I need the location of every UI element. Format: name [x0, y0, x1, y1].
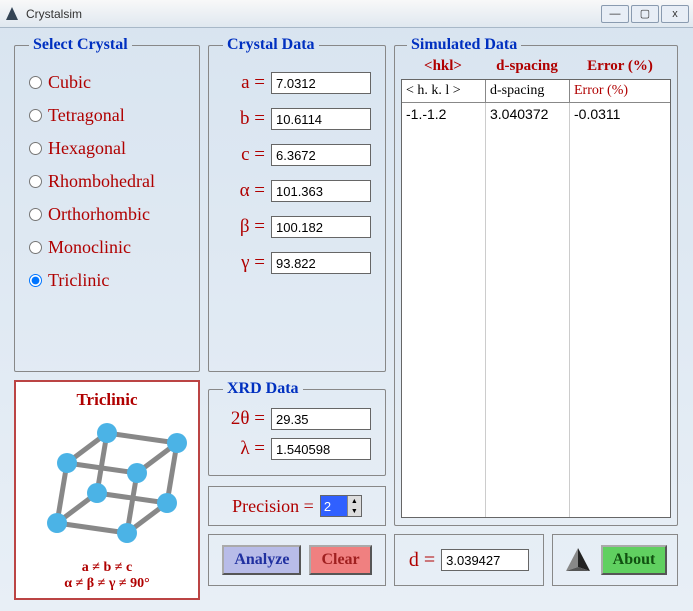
input-lambda[interactable] — [271, 438, 371, 460]
app-icon — [4, 6, 20, 22]
formula-2: α ≠ β ≠ γ ≠ 90° — [64, 576, 149, 592]
label-a: a = — [217, 72, 265, 94]
radio-monoclinic[interactable]: Monoclinic — [29, 237, 185, 258]
input-a[interactable] — [271, 72, 371, 94]
action-buttons: Analyze Clear — [208, 534, 386, 586]
simulated-data-legend: Simulated Data — [407, 36, 521, 54]
crystal-data-group: Crystal Data a = b = c = α = β = γ = — [208, 36, 386, 372]
formula-1: a ≠ b ≠ c — [64, 560, 149, 576]
close-button[interactable]: x — [661, 5, 689, 23]
input-gamma[interactable] — [271, 252, 371, 274]
radio-hexagonal[interactable]: Hexagonal — [29, 138, 185, 159]
radio-tetragonal[interactable]: Tetragonal — [29, 105, 185, 126]
precision-stepper[interactable]: ▲▼ — [320, 495, 362, 517]
label-2theta: 2θ = — [217, 408, 265, 430]
label-beta: β = — [217, 216, 265, 238]
cell-err: -0.0311 — [570, 103, 670, 125]
sim-table: < h. k. l > d-spacing Error (%) -1.-1.2 … — [401, 79, 671, 518]
sim-head-err: Error (%) — [569, 58, 671, 75]
col-d[interactable]: d-spacing — [486, 80, 570, 102]
input-b[interactable] — [271, 108, 371, 130]
d-output[interactable] — [441, 549, 529, 571]
label-c: c = — [217, 144, 265, 166]
simulated-data-group: Simulated Data <hkl> d-spacing Error (%)… — [394, 36, 678, 526]
spin-up-icon[interactable]: ▲ — [347, 496, 361, 506]
window-title: Crystalsim — [26, 7, 601, 21]
cell-d: 3.040372 — [486, 103, 570, 125]
about-group: About — [552, 534, 678, 586]
radio-rhombohedral[interactable]: Rhombohedral — [29, 171, 185, 192]
radio-orthorhombic[interactable]: Orthorhombic — [29, 204, 185, 225]
d-output-group: d = — [394, 534, 544, 586]
table-row[interactable]: -1.-1.2 3.040372 -0.0311 — [402, 103, 670, 125]
sim-head-hkl: <hkl> — [401, 58, 485, 75]
precision-input[interactable] — [321, 496, 347, 516]
select-crystal-group: Select Crystal Cubic Tetragonal Hexagona… — [14, 36, 200, 372]
clear-button[interactable]: Clear — [309, 545, 371, 575]
xrd-data-group: XRD Data 2θ = λ = — [208, 380, 386, 476]
xrd-data-legend: XRD Data — [223, 380, 303, 398]
about-button[interactable]: About — [601, 545, 668, 575]
select-crystal-legend: Select Crystal — [29, 36, 132, 54]
sim-head-d: d-spacing — [485, 58, 569, 75]
preview-name: Triclinic — [76, 390, 137, 410]
col-err[interactable]: Error (%) — [570, 80, 670, 102]
col-hkl[interactable]: < h. k. l > — [402, 80, 486, 102]
input-alpha[interactable] — [271, 180, 371, 202]
crystal-preview: Triclinic a ≠ b ≠ c α ≠ β ≠ γ ≠ 90° — [14, 380, 200, 600]
label-gamma: γ = — [217, 252, 265, 274]
crystal-data-legend: Crystal Data — [223, 36, 319, 54]
minimize-button[interactable]: — — [601, 5, 629, 23]
label-alpha: α = — [217, 180, 265, 202]
precision-group: Precision = ▲▼ — [208, 486, 386, 526]
lattice-icon — [27, 416, 187, 560]
radio-triclinic[interactable]: Triclinic — [29, 270, 185, 291]
input-c[interactable] — [271, 144, 371, 166]
maximize-button[interactable]: ▢ — [631, 5, 659, 23]
spin-down-icon[interactable]: ▼ — [347, 506, 361, 516]
pyramid-icon — [563, 545, 593, 575]
label-b: b = — [217, 108, 265, 130]
d-label: d = — [409, 549, 435, 572]
input-beta[interactable] — [271, 216, 371, 238]
cell-hkl: -1.-1.2 — [402, 103, 486, 125]
input-2theta[interactable] — [271, 408, 371, 430]
titlebar: Crystalsim — ▢ x — [0, 0, 693, 28]
precision-label: Precision = — [232, 496, 314, 517]
radio-cubic[interactable]: Cubic — [29, 72, 185, 93]
analyze-button[interactable]: Analyze — [222, 545, 301, 575]
label-lambda: λ = — [217, 438, 265, 460]
